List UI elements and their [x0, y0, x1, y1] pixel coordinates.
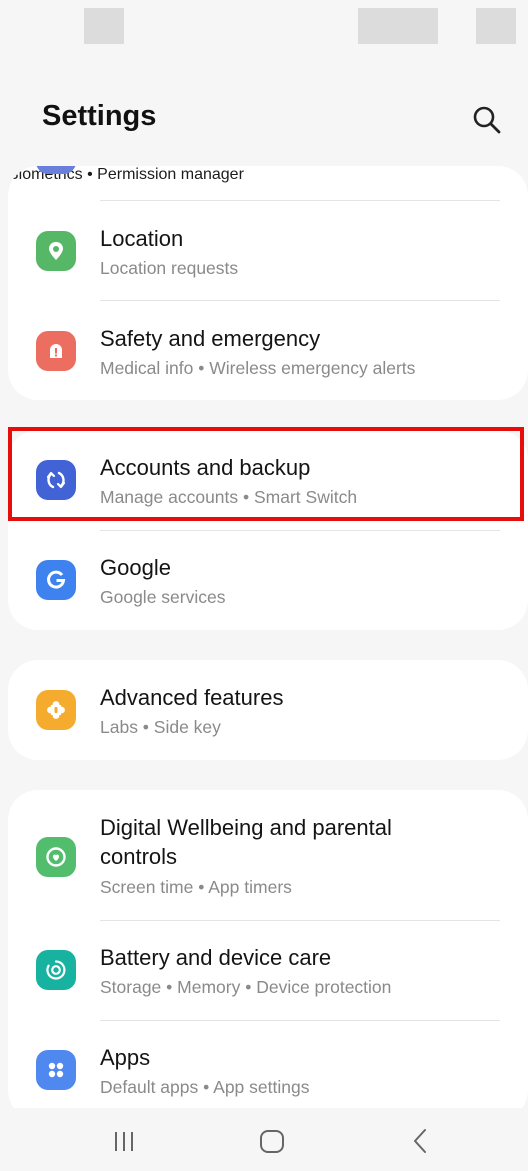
- search-button[interactable]: [470, 103, 504, 137]
- status-bar-battery-block: [476, 8, 516, 44]
- settings-card-device: Digital Wellbeing and parental controls …: [8, 790, 528, 1120]
- settings-item-title: Battery and device care: [100, 945, 332, 970]
- settings-item-subtitle: Google services: [100, 587, 226, 607]
- settings-item-location[interactable]: Location Location requests: [8, 201, 528, 301]
- partial-item-subtitle: Biometrics • Permission manager: [8, 166, 244, 183]
- settings-item-title-line2: controls: [100, 844, 178, 869]
- google-icon: [36, 560, 76, 600]
- settings-item-safety[interactable]: Safety and emergency Medical info • Wire…: [8, 301, 528, 400]
- settings-item-subtitle: Screen time • App timers: [100, 877, 292, 897]
- status-bar-left-block: [84, 8, 124, 44]
- status-bar-right-block: [358, 8, 438, 44]
- apps-icon: [36, 1050, 76, 1090]
- search-icon: [473, 106, 501, 134]
- settings-item-title: Location: [100, 226, 184, 251]
- settings-item-title: Google: [100, 555, 171, 580]
- home-button[interactable]: [252, 1124, 292, 1158]
- puzzle-icon: [36, 690, 76, 730]
- settings-item-title: Digital Wellbeing and parental: [100, 815, 392, 840]
- recent-apps-icon: [115, 1132, 133, 1151]
- settings-item-title: Safety and emergency: [100, 326, 321, 351]
- settings-card-advanced: Advanced features Labs • Side key: [8, 660, 528, 760]
- page-title: Settings: [42, 100, 157, 132]
- home-icon: [260, 1130, 284, 1153]
- settings-item-subtitle: Default apps • App settings: [100, 1077, 310, 1097]
- settings-item-apps[interactable]: Apps Default apps • App settings: [8, 1020, 528, 1120]
- highlight-box: [8, 427, 524, 521]
- settings-item-title: Apps: [100, 1045, 151, 1070]
- settings-item-subtitle: Medical info • Wireless emergency alerts: [100, 358, 416, 378]
- settings-item-subtitle: Storage • Memory • Device protection: [100, 977, 392, 997]
- settings-item-google[interactable]: Google Google services: [8, 530, 528, 630]
- settings-item-title: Advanced features: [100, 685, 284, 710]
- alert-icon: [36, 331, 76, 371]
- settings-item-subtitle: Labs • Side key: [100, 717, 221, 737]
- navigation-bar: [0, 1108, 528, 1171]
- settings-item-digital-wellbeing[interactable]: Digital Wellbeing and parental controls …: [8, 790, 528, 920]
- location-pin-icon: [36, 231, 76, 271]
- back-button[interactable]: [400, 1124, 440, 1158]
- recent-apps-button[interactable]: [104, 1124, 144, 1158]
- settings-item-subtitle: Location requests: [100, 258, 239, 278]
- settings-item-battery[interactable]: Battery and device care Storage • Memory…: [8, 920, 528, 1020]
- wellbeing-icon: [36, 837, 76, 877]
- back-icon: [414, 1129, 426, 1153]
- settings-item-advanced-features[interactable]: Advanced features Labs • Side key: [8, 660, 528, 760]
- settings-card-security: Biometrics • Permission manager Location…: [8, 166, 528, 400]
- device-care-icon: [36, 950, 76, 990]
